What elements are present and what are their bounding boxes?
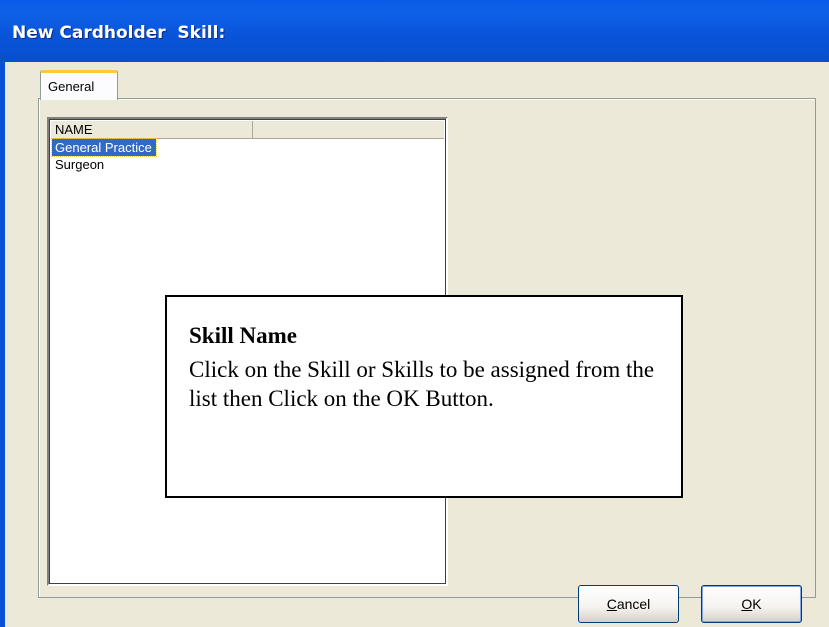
list-item[interactable]: General Practice [51, 138, 157, 157]
title-bar[interactable]: New Cardholder Skill: [0, 0, 829, 62]
cancel-mnemonic: C [606, 596, 617, 612]
column-header-name[interactable]: NAME [51, 121, 253, 138]
callout-body: Click on the Skill or Skills to be assig… [189, 357, 655, 411]
list-header: NAME [51, 121, 444, 139]
cancel-button[interactable]: Cancel [578, 585, 679, 623]
tab-general[interactable]: General [40, 70, 118, 100]
ok-mnemonic: O [741, 596, 753, 612]
window-title: New Cardholder Skill: [12, 23, 226, 43]
dialog-window: New Cardholder Skill: General NAME Gener… [0, 0, 829, 627]
list-item[interactable]: Surgeon [52, 156, 108, 173]
callout-title: Skill Name [189, 323, 297, 348]
tab-general-label: General [48, 79, 95, 94]
ok-button[interactable]: OK [701, 585, 802, 623]
cancel-label-rest: ancel [616, 596, 651, 612]
window-left-border [0, 62, 5, 627]
column-header-blank[interactable] [253, 121, 446, 138]
help-callout: Skill Name Click on the Skill or Skills … [165, 295, 683, 498]
ok-label-rest: K [752, 596, 762, 612]
